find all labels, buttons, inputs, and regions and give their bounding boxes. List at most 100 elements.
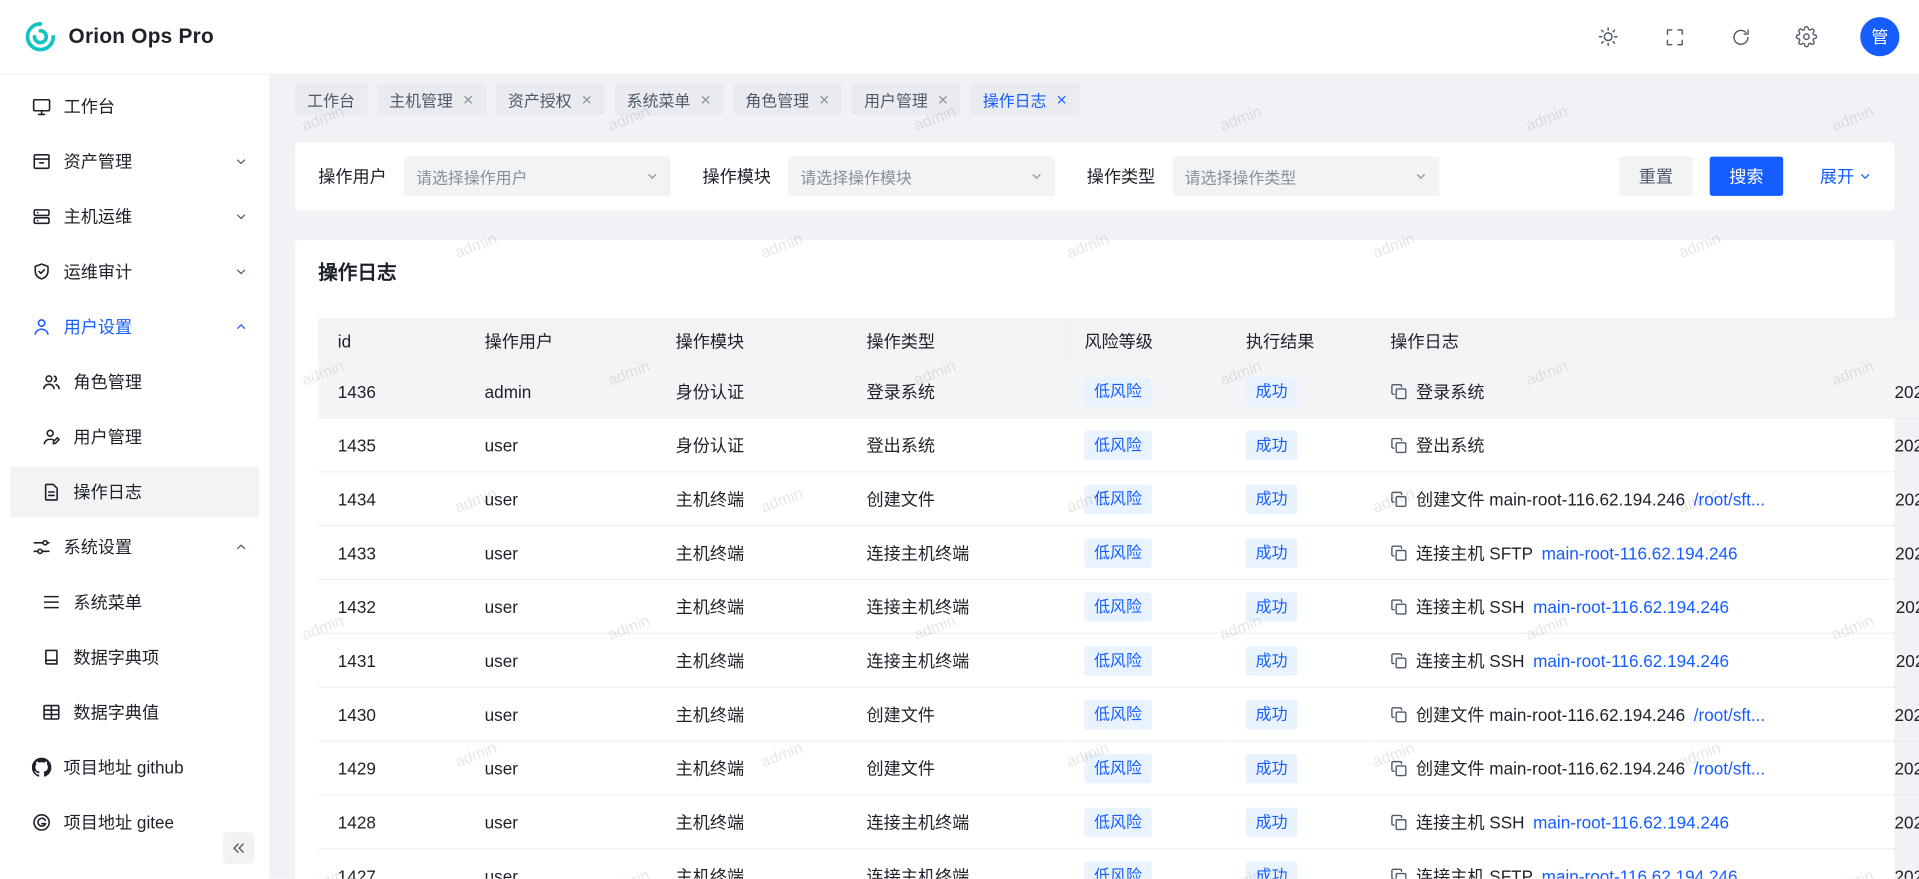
log-text: 创建文件 main-root-116.62.194.246 xyxy=(1416,702,1685,726)
refresh-icon[interactable] xyxy=(1728,24,1752,48)
column-header: 操作日志 xyxy=(1371,318,1843,365)
sidebar-item-host-ops[interactable]: 主机运维 xyxy=(10,191,260,242)
tab-close-icon[interactable] xyxy=(700,94,711,105)
cell-operation-type: 创建文件 xyxy=(847,472,1065,526)
tab-close-icon[interactable] xyxy=(1056,94,1067,105)
tab-label: 用户管理 xyxy=(864,88,928,111)
log-link[interactable]: main-root-116.62.194.246 xyxy=(1542,866,1738,879)
column-header: 风险等级 xyxy=(1065,318,1227,365)
sidebar-item-ops-audit[interactable]: 运维审计 xyxy=(10,246,260,297)
log-link[interactable]: main-root-116.62.194.246 xyxy=(1533,650,1729,670)
settings-icon[interactable] xyxy=(1794,24,1818,48)
sidebar-item-user-settings[interactable]: 用户设置 xyxy=(10,301,260,352)
sidebar-item-workbench[interactable]: 工作台 xyxy=(10,81,260,132)
cell-operation-module: 主机终端 xyxy=(656,579,847,633)
sidebar-collapse-button[interactable] xyxy=(223,832,255,864)
sidebar-item-role-management[interactable]: 角色管理 xyxy=(10,356,260,407)
sliders-icon xyxy=(32,537,52,557)
log-text: 连接主机 SSH xyxy=(1416,810,1525,834)
copy-icon[interactable] xyxy=(1390,706,1407,723)
reset-button[interactable]: 重置 xyxy=(1619,157,1692,196)
copy-icon[interactable] xyxy=(1390,544,1407,561)
table-row: 1433 user 主机终端 连接主机终端 低风险 成功 连接主机 SFTP m… xyxy=(318,526,1919,580)
copy-icon[interactable] xyxy=(1390,436,1407,453)
tab-close-icon[interactable] xyxy=(581,94,592,105)
log-link[interactable]: /root/sft... xyxy=(1694,704,1765,724)
cell-exec-result: 成功 xyxy=(1226,633,1370,687)
table-header-row: id操作用户操作模块操作类型风险等级执行结果操作日志操作时间操作 xyxy=(318,318,1919,365)
operation-type-select[interactable]: 请选择操作类型 xyxy=(1172,157,1439,196)
sidebar-item-operation-log[interactable]: 操作日志 xyxy=(10,466,260,517)
tab[interactable]: 工作台 xyxy=(295,83,367,115)
table-row: 1431 user 主机终端 连接主机终端 低风险 成功 连接主机 SSH ma… xyxy=(318,633,1919,687)
search-button[interactable]: 搜索 xyxy=(1710,157,1783,196)
sidebar-item-github-link[interactable]: 项目地址 github xyxy=(10,742,260,793)
risk-badge: 低风险 xyxy=(1084,376,1151,405)
tab-close-icon[interactable] xyxy=(819,94,830,105)
user-avatar[interactable]: 管 xyxy=(1860,17,1899,56)
copy-icon[interactable] xyxy=(1390,382,1407,399)
select-placeholder: 请选择操作模块 xyxy=(800,165,1030,188)
cell-risk-level: 低风险 xyxy=(1065,526,1227,580)
risk-badge: 低风险 xyxy=(1084,538,1151,567)
log-link[interactable]: main-root-116.62.194.246 xyxy=(1542,543,1738,563)
tab[interactable]: 主机管理 xyxy=(377,83,486,115)
filter-group-module: 操作模块 请选择操作模块 xyxy=(702,157,1054,196)
copy-icon[interactable] xyxy=(1390,759,1407,776)
shield-icon xyxy=(32,262,52,282)
tab[interactable]: 操作日志 xyxy=(971,83,1080,115)
cell-risk-level: 低风险 xyxy=(1065,633,1227,687)
cell-operation-type: 登出系统 xyxy=(847,418,1065,472)
sidebar-item-label: 系统菜单 xyxy=(73,590,247,614)
copy-icon[interactable] xyxy=(1390,490,1407,507)
cell-operation-log: 连接主机 SSH main-root-116.62.194.246 xyxy=(1371,633,1843,687)
log-link[interactable]: /root/sft... xyxy=(1694,758,1765,778)
column-header: 操作模块 xyxy=(656,318,847,365)
operation-user-select[interactable]: 请选择操作用户 xyxy=(404,157,671,196)
log-text: 连接主机 SSH xyxy=(1416,648,1525,672)
tab[interactable]: 资产授权 xyxy=(496,83,605,115)
tab-close-icon[interactable] xyxy=(938,94,949,105)
chevron-down-icon xyxy=(1859,170,1871,182)
tab-strip: 工作台 主机管理 资产授权 系统菜单 角色管理 用户管理 操作日志 xyxy=(295,83,1895,115)
fullscreen-icon[interactable] xyxy=(1662,24,1686,48)
sidebar-item-label: 用户管理 xyxy=(73,425,247,449)
cell-risk-level: 低风险 xyxy=(1065,849,1227,879)
sidebar-item-system-menu[interactable]: 系统菜单 xyxy=(10,576,260,627)
copy-icon[interactable] xyxy=(1390,652,1407,669)
sidebar: 工作台 资产管理 主机运维 运维审计 xyxy=(0,75,270,879)
sidebar-item-dict-items[interactable]: 数据字典项 xyxy=(10,632,260,683)
sidebar-item-user-management[interactable]: 用户管理 xyxy=(10,411,260,462)
tab-label: 主机管理 xyxy=(389,88,453,111)
tab[interactable]: 角色管理 xyxy=(733,83,842,115)
log-link[interactable]: main-root-116.62.194.246 xyxy=(1533,812,1729,832)
sidebar-item-system-settings[interactable]: 系统设置 xyxy=(10,521,260,572)
log-text: 创建文件 main-root-116.62.194.246 xyxy=(1416,756,1685,780)
log-link[interactable]: /root/sft... xyxy=(1694,489,1765,509)
tab-close-icon[interactable] xyxy=(463,94,474,105)
filter-actions: 重置 搜索 展开 xyxy=(1619,157,1871,196)
select-placeholder: 请选择操作用户 xyxy=(416,165,646,188)
tab-label: 资产授权 xyxy=(508,88,572,111)
cell-operation-user: admin xyxy=(465,365,656,418)
copy-icon[interactable] xyxy=(1390,813,1407,830)
risk-badge: 低风险 xyxy=(1084,699,1151,728)
result-badge: 成功 xyxy=(1246,753,1297,782)
sidebar-item-dict-values[interactable]: 数据字典值 xyxy=(10,687,260,738)
copy-icon[interactable] xyxy=(1390,598,1407,615)
cell-operation-log: 连接主机 SSH main-root-116.62.194.246 xyxy=(1371,579,1843,633)
theme-brightness-icon[interactable] xyxy=(1596,24,1620,48)
expand-toggle[interactable]: 展开 xyxy=(1820,164,1871,188)
filter-label: 操作用户 xyxy=(318,164,387,188)
copy-icon[interactable] xyxy=(1390,867,1407,879)
sidebar-item-label: 角色管理 xyxy=(73,370,247,394)
sidebar-item-asset-management[interactable]: 资产管理 xyxy=(10,136,260,187)
column-header: 操作类型 xyxy=(847,318,1065,365)
operation-module-select[interactable]: 请选择操作模块 xyxy=(788,157,1055,196)
tab[interactable]: 系统菜单 xyxy=(614,83,723,115)
tab[interactable]: 用户管理 xyxy=(852,83,961,115)
workbench-icon xyxy=(32,97,52,117)
filter-bar: 操作用户 请选择操作用户 操作模块 请选择操作模块 操作类型 xyxy=(295,142,1895,211)
cell-operation-user: user xyxy=(465,472,656,526)
log-link[interactable]: main-root-116.62.194.246 xyxy=(1533,597,1729,617)
